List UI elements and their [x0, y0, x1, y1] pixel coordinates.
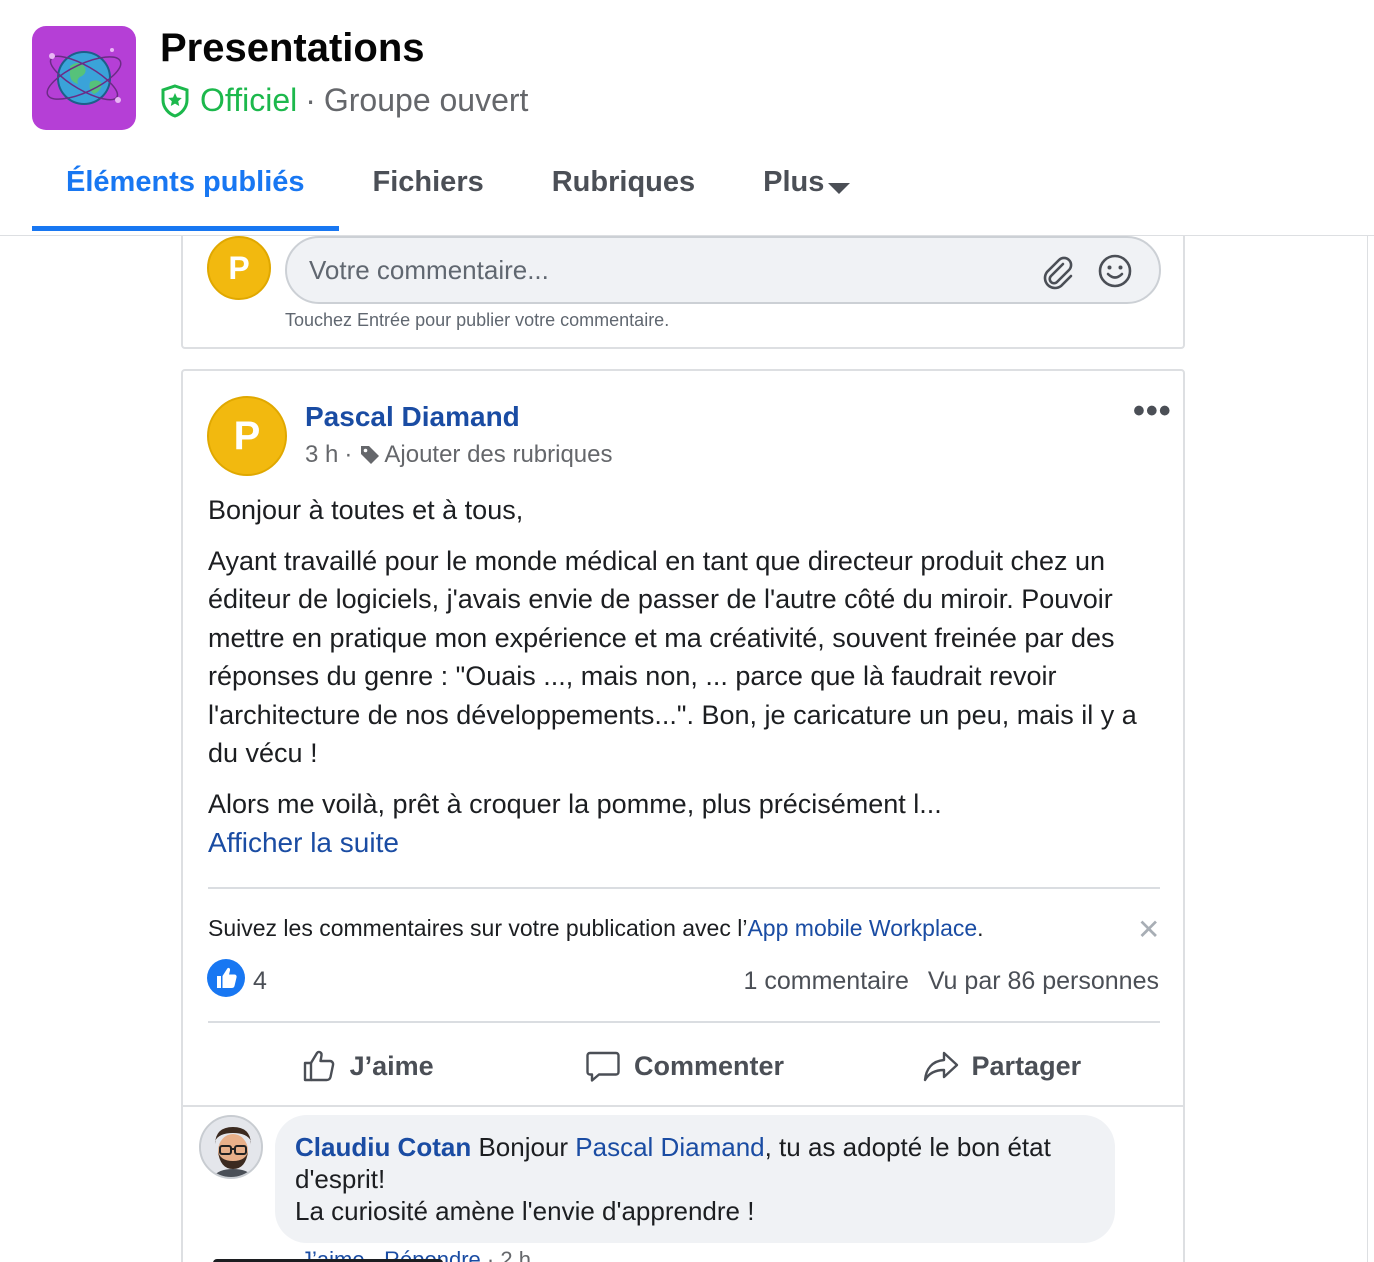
see-more-link[interactable]: Afficher la suite: [208, 827, 399, 859]
tab-more-label: Plus: [763, 166, 825, 198]
seen-by-count[interactable]: Vu par 86 personnes: [928, 967, 1159, 995]
commenter-name[interactable]: Claudiu Cotan: [295, 1132, 471, 1162]
share-button-label: Partager: [971, 1050, 1082, 1081]
group-type: Groupe ouvert: [323, 82, 529, 118]
post-time[interactable]: 3 h: [305, 441, 338, 469]
separator-dot: ·: [344, 441, 353, 468]
divider: [208, 1021, 1160, 1023]
tab-topics[interactable]: Rubriques: [518, 160, 729, 231]
follow-notice: Suivez les commentaires sur votre public…: [208, 915, 984, 942]
group-logo[interactable]: [32, 26, 136, 130]
like-count[interactable]: 4: [253, 967, 267, 996]
workplace-app-link[interactable]: App mobile Workplace: [747, 915, 977, 941]
post-meta: 3 h · Ajouter des rubriques: [305, 441, 613, 469]
more-options-icon[interactable]: •••: [1133, 394, 1172, 428]
author-avatar[interactable]: P: [207, 396, 287, 476]
mention-link[interactable]: Pascal Diamand: [575, 1132, 764, 1162]
group-header: Presentations Officiel · Groupe ouvert É…: [0, 0, 1374, 236]
verified-shield-icon: [161, 83, 189, 118]
add-topics-link[interactable]: Ajouter des rubriques: [384, 441, 612, 469]
post-paragraph: Alors me voilà, prêt à croquer la pomme,…: [208, 788, 942, 819]
commenter-avatar[interactable]: [199, 1115, 263, 1179]
comments-section: Claudiu Cotan Bonjour Pascal Diamand, tu…: [183, 1105, 1183, 1262]
comment-time[interactable]: 2 h: [500, 1247, 531, 1262]
comment-button[interactable]: Commenter: [525, 1025, 842, 1107]
comment-box[interactable]: [285, 236, 1161, 304]
like-button-label: J’aime: [349, 1050, 434, 1081]
comment-input[interactable]: [309, 252, 1009, 288]
official-badge-label: Officiel: [200, 82, 298, 118]
post-stats: 1 commentaire Vu par 86 personnes: [713, 967, 1160, 996]
column-divider: [1367, 236, 1368, 1262]
divider: [208, 887, 1160, 889]
follow-notice-end: .: [977, 915, 984, 941]
post-paragraph: Bonjour à toutes et à tous,: [208, 495, 524, 525]
follow-notice-text: Suivez les commentaires sur votre public…: [208, 915, 748, 941]
post-body: Bonjour à toutes et à tous, Ayant travai…: [208, 491, 1168, 835]
group-title[interactable]: Presentations: [160, 26, 425, 71]
separator-dot: ·: [486, 1247, 495, 1262]
post-author[interactable]: Pascal Diamand: [305, 401, 520, 433]
comment-text-line2: La curiosité amène l'envie d'apprendre !: [295, 1196, 755, 1226]
comment-bubble: Claudiu Cotan Bonjour Pascal Diamand, tu…: [275, 1115, 1115, 1243]
tab-files[interactable]: Fichiers: [339, 160, 518, 231]
tab-published-items[interactable]: Éléments publiés: [32, 160, 339, 231]
paperclip-icon[interactable]: [1039, 254, 1075, 290]
tab-more[interactable]: Plus: [729, 160, 884, 231]
comment-hint: Touchez Entrée pour publier votre commen…: [285, 310, 670, 330]
thumbs-up-icon: [303, 1050, 334, 1082]
separator-dot: ·: [305, 82, 316, 118]
group-tabs: Éléments publiés Fichiers Rubriques Plus: [32, 160, 884, 231]
comment-composer-card: P Touchez Entrée pour publier votre comm…: [181, 236, 1185, 349]
like-reaction-icon[interactable]: [207, 959, 245, 997]
globe-icon: [46, 48, 122, 105]
post-card: P Pascal Diamand 3 h · Ajouter des rubri…: [181, 369, 1185, 1262]
speech-bubble-icon: [586, 1051, 620, 1082]
emoji-icon[interactable]: [1097, 253, 1133, 289]
share-arrow-icon: [923, 1051, 958, 1082]
tag-icon: [361, 446, 380, 464]
caret-down-icon: [828, 183, 851, 194]
comment-button-label: Commenter: [633, 1050, 784, 1081]
close-icon[interactable]: ✕: [1137, 913, 1160, 946]
comment-text: Bonjour: [471, 1132, 576, 1162]
post-actions: J’aime Commenter Partager: [208, 1025, 1160, 1107]
comments-count[interactable]: 1 commentaire: [744, 967, 909, 995]
avatar[interactable]: P: [207, 236, 271, 300]
post-paragraph: Ayant travaillé pour le monde médical en…: [208, 545, 1137, 769]
share-button[interactable]: Partager: [843, 1025, 1160, 1107]
group-subtitle: Officiel · Groupe ouvert: [160, 82, 528, 119]
like-button[interactable]: J’aime: [208, 1025, 525, 1107]
